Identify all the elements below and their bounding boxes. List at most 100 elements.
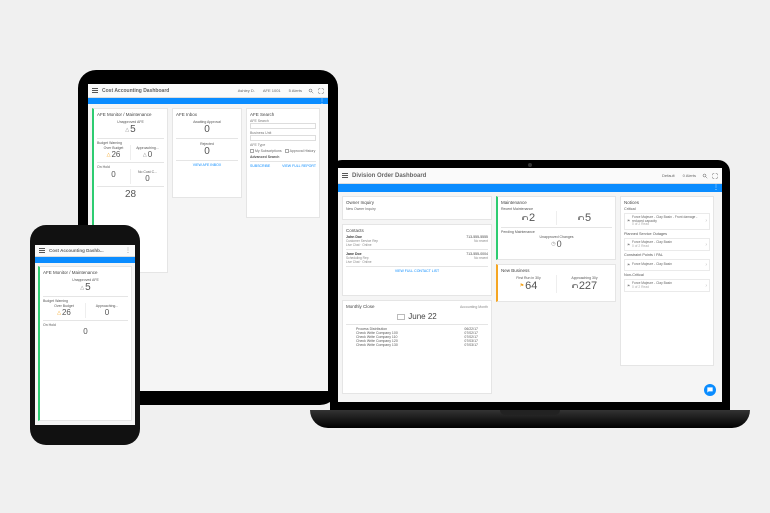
contact-status: Live Chat · Online xyxy=(346,260,372,264)
people-icon xyxy=(572,284,578,288)
contact-sub: No recent xyxy=(466,239,488,243)
stat-value: 227 xyxy=(579,280,597,292)
stat-value: 0 xyxy=(557,239,562,249)
notice-group-label: Non-Critical xyxy=(624,273,710,277)
stat-value: 0 xyxy=(83,327,87,336)
stat-value: 5 xyxy=(585,212,591,224)
search-icon[interactable] xyxy=(308,88,314,94)
alert-icon: △ xyxy=(125,127,129,133)
chat-fab[interactable] xyxy=(704,384,716,396)
notice-text: Force Majeure - Clay Basin xyxy=(632,263,672,267)
mc-date: 07/03/17 xyxy=(464,343,478,347)
field-label: AFE Type xyxy=(250,143,316,147)
card-contacts: Contacts John Doe Customer Service Rep L… xyxy=(342,224,492,296)
card-owner-inquiry: Owner Inquiry New Owner Inquiry xyxy=(342,196,492,220)
advanced-search-link[interactable]: Advanced Search xyxy=(250,155,316,159)
checkbox-label: My Subscriptions xyxy=(255,149,282,153)
people-icon xyxy=(522,216,528,220)
card-title: AFE Monitor / Maintenance xyxy=(43,270,128,275)
card-new-business: New Business First Run in 30y ⚑64 Approa… xyxy=(496,264,616,302)
notice-group-label: Critical xyxy=(624,207,710,211)
contact-row[interactable]: John Doe Customer Service Rep Live Chat … xyxy=(346,235,488,247)
more-icon[interactable]: ⋮ xyxy=(713,185,719,191)
notice-item[interactable]: ⚑Force Majeure - Clay Basin0 of 2 Read › xyxy=(624,279,710,292)
app-header: Division Order Dashboard Default 0 Alert… xyxy=(338,168,722,184)
menu-icon[interactable] xyxy=(342,173,348,178)
contact-row[interactable]: Jane Doe Scheduling Rep Live Chat · Onli… xyxy=(346,252,488,264)
page-title: Cost Accounting Dashboard xyxy=(102,88,169,94)
fullscreen-icon[interactable] xyxy=(712,173,718,179)
notice-item[interactable]: ⚑Force Majeure - Clay Basin0 of 2 Read› xyxy=(624,238,710,251)
notice-group-label: Planned Service Outages xyxy=(624,232,710,236)
menu-icon[interactable] xyxy=(92,88,98,93)
subtitle: Accounting Month xyxy=(460,305,488,309)
notice-item[interactable]: ⚑Force Majeure - Clay Basin› xyxy=(624,259,710,271)
phone-device: Cost Accounting Dashb... ⋮ AFE Monitor /… xyxy=(30,225,140,445)
menu-icon[interactable] xyxy=(39,248,45,253)
search-icon[interactable] xyxy=(702,173,708,179)
phone-screen: Cost Accounting Dashb... ⋮ AFE Monitor /… xyxy=(35,245,135,425)
chevron-right-icon: › xyxy=(705,283,707,289)
notice-text: Force Majeure - Clay Basin0 of 2 Read xyxy=(632,241,672,248)
notice-item[interactable]: ⚑Force Majeure - Clay Basin - Front dama… xyxy=(624,213,710,230)
card-title: Maintenance xyxy=(501,200,612,205)
stat-value: 28 xyxy=(125,189,136,200)
blue-toolbar: ⋮ xyxy=(338,184,722,192)
header-user[interactable]: Ashley D. xyxy=(236,88,257,93)
laptop-screen: Division Order Dashboard Default 0 Alert… xyxy=(338,168,722,402)
chevron-right-icon: › xyxy=(705,218,707,224)
stat-value: 2 xyxy=(529,212,535,224)
laptop-device: Division Order Dashboard Default 0 Alert… xyxy=(310,160,750,450)
stat-value: 26 xyxy=(111,150,120,159)
stat-value: 26 xyxy=(62,308,71,317)
stat-value: 0 xyxy=(204,124,210,135)
card-title: Contacts xyxy=(346,228,488,233)
subscribe-link[interactable]: SUBSCRIBE xyxy=(250,164,270,168)
more-icon[interactable]: ⋮ xyxy=(125,247,131,254)
view-inbox-link[interactable]: VIEW AFE INBOX xyxy=(176,163,238,167)
calendar-icon xyxy=(397,314,405,320)
clock-icon: ◷ xyxy=(551,241,555,247)
header-context[interactable]: Default xyxy=(660,173,677,178)
dashboard-body: Owner Inquiry New Owner Inquiry Contacts… xyxy=(338,192,722,402)
app-header: Cost Accounting Dashb... ⋮ xyxy=(35,245,135,257)
alert-icon: △ xyxy=(143,152,147,158)
notice-text: Force Majeure - Clay Basin0 of 2 Read xyxy=(632,282,672,289)
stat-value: 0 xyxy=(148,150,152,159)
card-maintenance: Maintenance Recent Maintenance 2 5 Pendi… xyxy=(496,196,616,260)
header-alerts[interactable]: 0 Alerts xyxy=(681,173,698,178)
card-title: New Business xyxy=(501,268,612,273)
dashboard-body: AFE Monitor / Maintenance Unapproved AFE… xyxy=(35,263,135,425)
business-unit-input[interactable] xyxy=(250,135,316,141)
flag-icon: ⚑ xyxy=(627,219,630,223)
chevron-right-icon: › xyxy=(705,242,707,248)
notice-groups: Critical ⚑Force Majeure - Clay Basin - Fr… xyxy=(624,207,710,292)
checkbox-approval-history[interactable] xyxy=(285,149,289,153)
card-title: Notices xyxy=(624,200,710,205)
header-context[interactable]: AFE 1001 xyxy=(261,88,283,93)
warn-icon: △ xyxy=(107,152,111,158)
stat-value: 0 xyxy=(111,170,115,179)
stat-value: 64 xyxy=(525,280,537,292)
stat-value: 0 xyxy=(145,174,149,183)
contact-status: Live Chat · Online xyxy=(346,243,378,247)
new-owner-inquiry-link[interactable]: New Owner Inquiry xyxy=(346,207,488,211)
warn-icon: △ xyxy=(57,310,61,316)
card-title: AFE Monitor / Maintenance xyxy=(97,112,164,117)
fullscreen-icon[interactable] xyxy=(318,88,324,94)
app-header: Cost Accounting Dashboard Ashley D. AFE … xyxy=(88,84,328,98)
header-alerts[interactable]: 5 Alerts xyxy=(287,88,304,93)
notice-group-label: Constraint Points / PAL xyxy=(624,253,710,257)
view-contacts-link[interactable]: VIEW FULL CONTACT LIST xyxy=(346,269,488,273)
card-afe-monitor: AFE Monitor / Maintenance Unapproved AFE… xyxy=(38,266,132,421)
checkbox-my-subs[interactable] xyxy=(250,149,254,153)
card-title: AFE Search xyxy=(250,112,316,117)
card-title: AFE Inbox xyxy=(176,112,238,117)
chevron-right-icon: › xyxy=(705,262,707,268)
afe-search-input[interactable] xyxy=(250,123,316,129)
mc-label: Check Write Company 130 xyxy=(356,343,398,347)
card-title: Monthly Close xyxy=(346,304,375,309)
month-value: June 22 xyxy=(408,312,436,321)
page-title: Division Order Dashboard xyxy=(352,173,426,179)
flag-icon: ⚑ xyxy=(627,284,630,288)
